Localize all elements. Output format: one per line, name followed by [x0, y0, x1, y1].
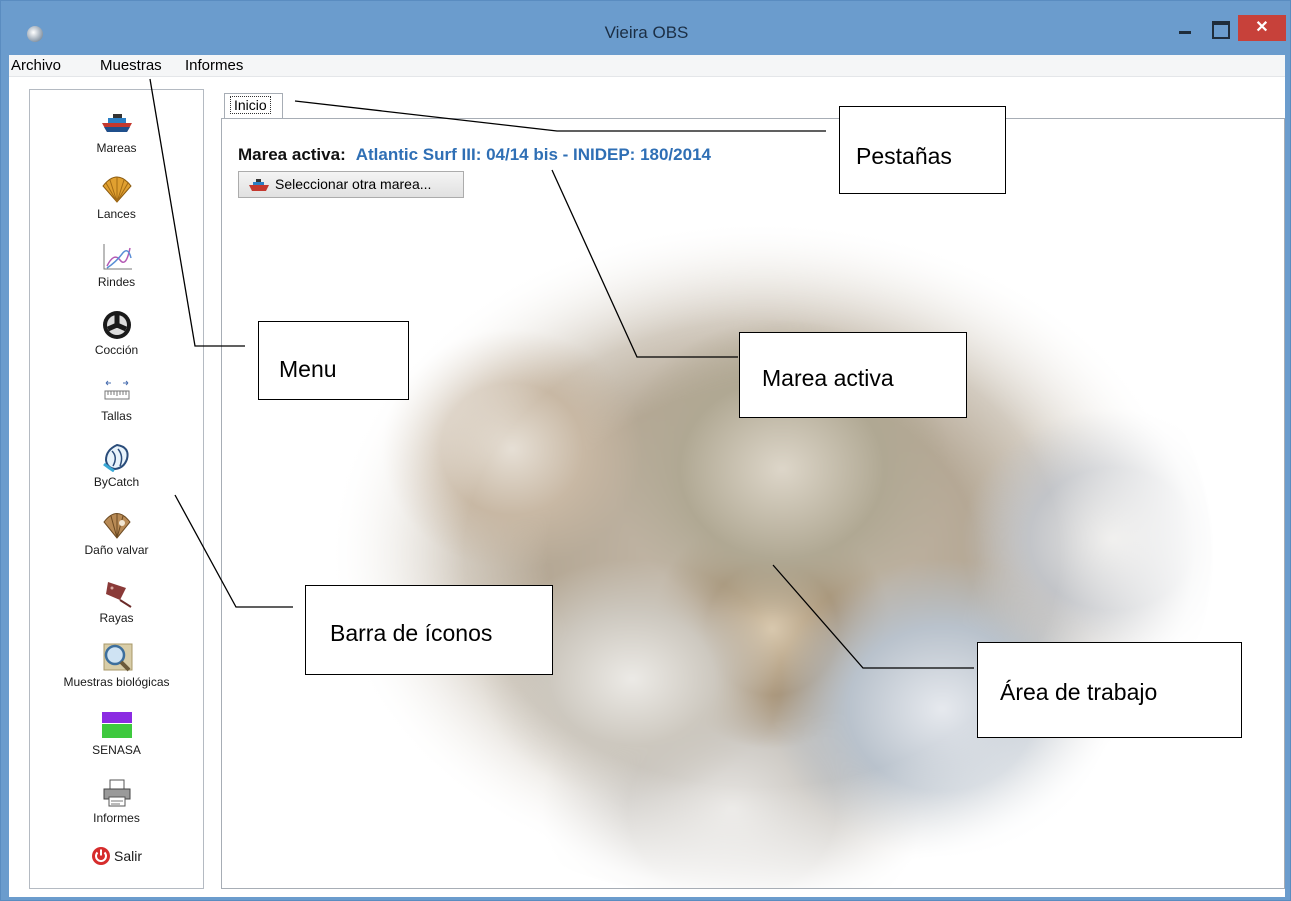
minimize-button[interactable] — [1173, 17, 1199, 39]
sidebar-item-coccion[interactable]: Cocción — [30, 310, 203, 357]
exit-button[interactable]: Salir — [30, 846, 203, 869]
sidebar-item-bycatch[interactable]: ByCatch — [30, 442, 203, 489]
sidebar-item-senasa[interactable]: SENASA — [30, 710, 203, 757]
active-trip: Marea activa: Atlantic Surf III: 04/14 bi… — [238, 145, 711, 165]
ship-icon — [100, 108, 134, 138]
image-fade — [282, 179, 1242, 888]
sidebar-item-informes[interactable]: Informes — [30, 778, 203, 825]
menu-informes[interactable]: Informes — [185, 57, 243, 74]
close-icon: ✕ — [1255, 19, 1269, 36]
senasa-icon — [100, 710, 134, 740]
callout-menu: Menu — [258, 321, 409, 400]
sidebar-item-rindes[interactable]: Rindes — [30, 242, 203, 289]
ruler-icon — [100, 376, 134, 406]
menu-bar: Archivo Muestras Informes — [9, 55, 1285, 77]
icon-bar: Mareas Lances Rindes Cocción Tallas ByCa… — [29, 89, 204, 889]
active-trip-value: Atlantic Surf III: 04/14 bis - INIDEP: 1… — [355, 145, 711, 164]
callout-pestanas: Pestañas — [839, 106, 1006, 194]
wheel-icon — [100, 310, 134, 340]
tab-inicio[interactable]: Inicio — [224, 93, 283, 119]
menu-muestras[interactable]: Muestras — [100, 57, 162, 74]
maximize-button[interactable] — [1206, 17, 1232, 39]
callout-barra-iconos: Barra de íconos — [305, 585, 553, 675]
damaged-shell-icon — [100, 510, 134, 540]
printer-icon — [100, 778, 134, 808]
magnifier-icon — [100, 642, 134, 672]
client-area: Archivo Muestras Informes Mareas Lances — [9, 55, 1285, 897]
menu-archivo[interactable]: Archivo — [11, 57, 61, 74]
active-trip-label: Marea activa: — [238, 145, 346, 164]
select-trip-button[interactable]: Seleccionar otra marea... — [238, 171, 464, 198]
sidebar-item-lances[interactable]: Lances — [30, 174, 203, 221]
callout-area-trabajo: Área de trabajo — [977, 642, 1242, 738]
bycatch-icon — [100, 442, 134, 473]
line-chart-icon — [100, 242, 134, 272]
power-icon — [91, 847, 110, 865]
work-area: Marea activa: Atlantic Surf III: 04/14 bi… — [221, 118, 1285, 889]
scallop-icon — [100, 174, 134, 204]
sidebar-item-muestras-biologicas[interactable]: Muestras biológicas — [30, 642, 203, 689]
exit-label: Salir — [113, 848, 142, 864]
window-title: Vieira OBS — [604, 23, 689, 42]
ray-fish-icon — [100, 578, 134, 608]
title-bar[interactable]: Vieira OBS ✕ — [1, 1, 1291, 55]
ship-icon — [249, 179, 269, 191]
sidebar-item-rayas[interactable]: Rayas — [30, 578, 203, 625]
sidebar-item-mareas[interactable]: Mareas — [30, 108, 203, 155]
callout-marea-activa: Marea activa — [739, 332, 967, 418]
close-button[interactable]: ✕ — [1238, 15, 1286, 41]
sidebar-item-dano-valvar[interactable]: Daño valvar — [30, 510, 203, 557]
sidebar-item-tallas[interactable]: Tallas — [30, 376, 203, 423]
app-window: Vieira OBS ✕ Archivo Muestras Informes M… — [0, 0, 1291, 901]
